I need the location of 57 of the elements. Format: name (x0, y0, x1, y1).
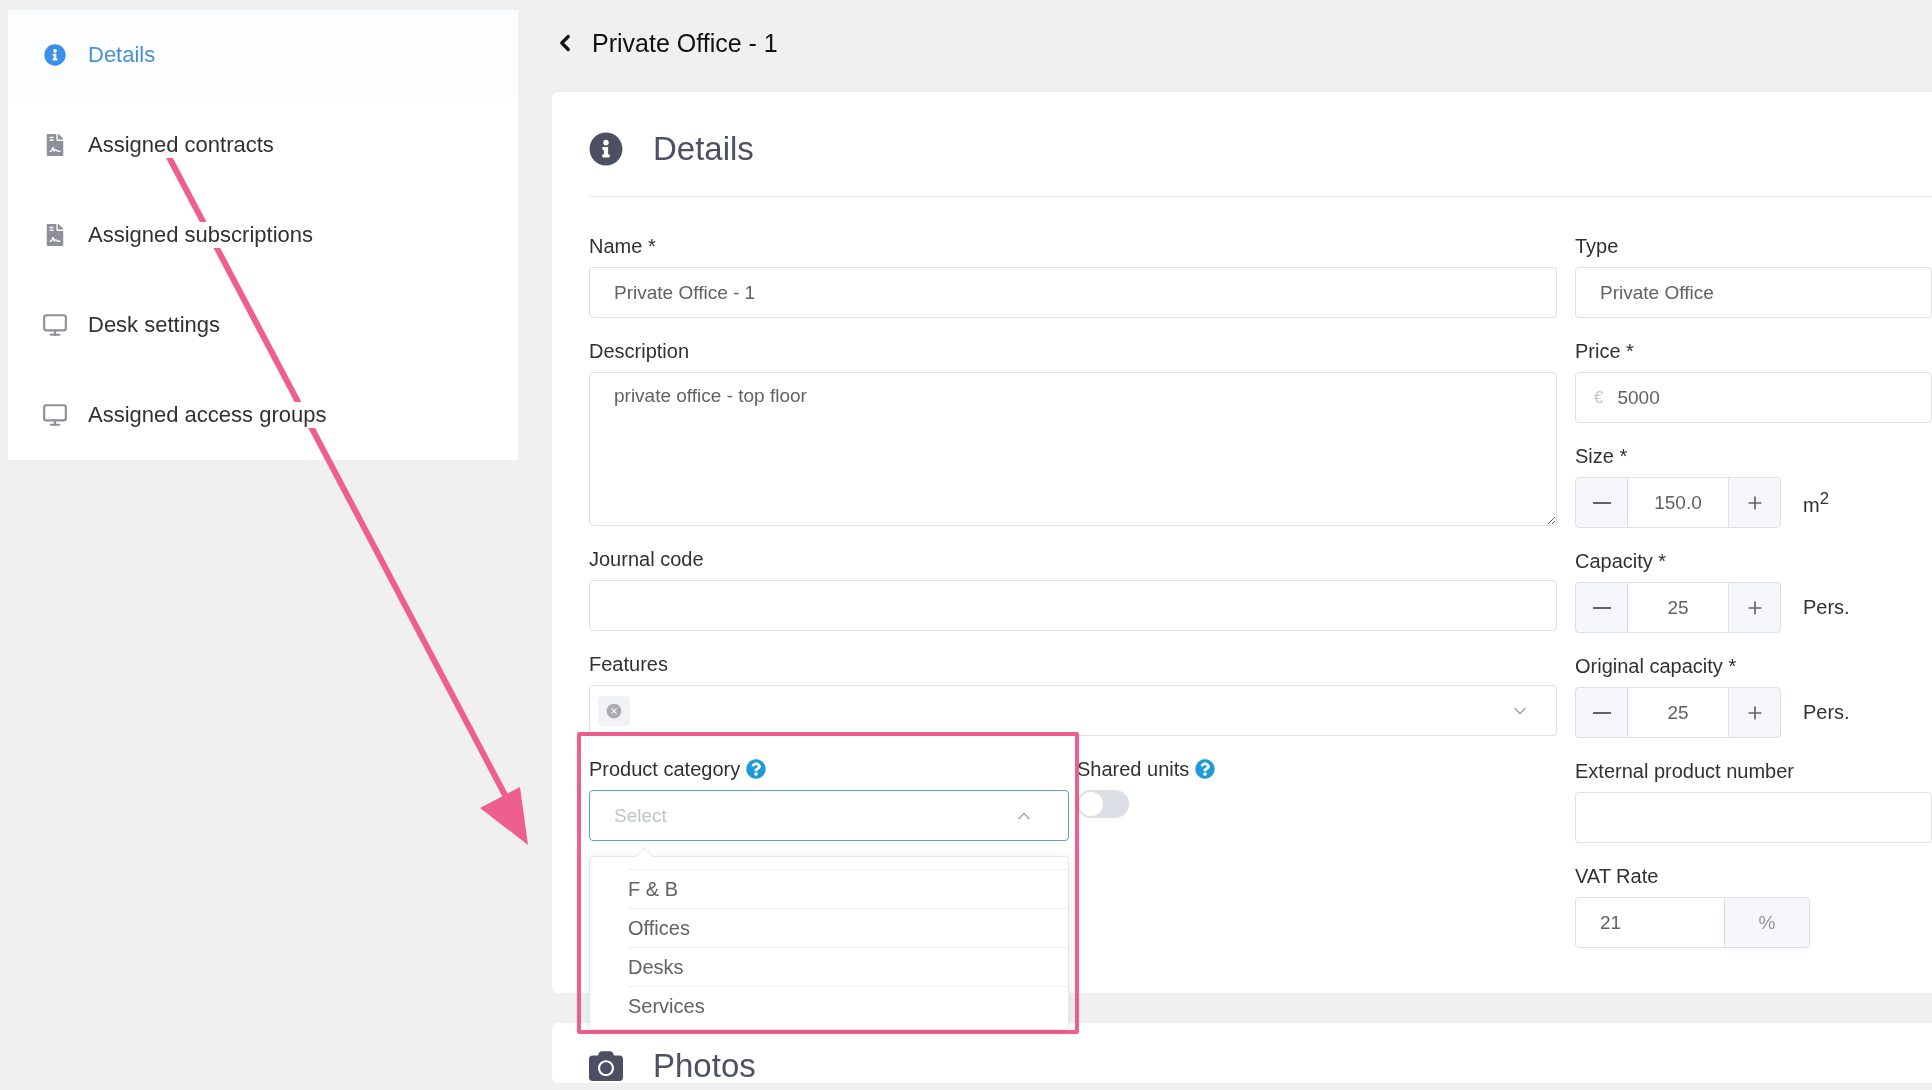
text-input[interactable]: Private Office (1575, 267, 1932, 318)
info-icon (44, 44, 66, 66)
decrement-button[interactable] (1575, 582, 1628, 633)
field-label: Capacity * (1575, 549, 1668, 574)
help-icon[interactable] (746, 759, 767, 779)
field-label: Features (589, 652, 669, 677)
dropdown-option[interactable]: Offices (628, 908, 1068, 947)
monitor-icon (42, 312, 68, 338)
increment-button[interactable] (1728, 687, 1781, 738)
field-label: Original capacity * (1575, 654, 1738, 679)
help-icon[interactable] (1195, 759, 1216, 779)
increment-button[interactable] (1728, 477, 1781, 528)
monitor-icon (42, 402, 68, 428)
document-icon (44, 224, 66, 246)
dropdown-option[interactable]: Services (628, 986, 1068, 1025)
minus-icon (1592, 711, 1611, 714)
page-title: Private Office - 1 (592, 28, 778, 58)
close-icon[interactable] (605, 701, 623, 720)
field-label: Price * (1575, 339, 1635, 364)
field-label: External product number (1575, 759, 1795, 784)
document-icon (44, 134, 66, 156)
number-input[interactable]: 25 (1628, 687, 1728, 738)
field-label: Size * (1575, 444, 1629, 469)
section-title: Photos (653, 1049, 756, 1083)
minus-icon (1592, 501, 1611, 504)
decrement-button[interactable] (1575, 687, 1628, 738)
dropdown-option[interactable]: F & B (628, 869, 1068, 908)
number-input[interactable]: 25 (1628, 582, 1728, 633)
field-label: Type (1575, 234, 1620, 259)
price-input[interactable]: € 5000 (1575, 372, 1932, 423)
section-title: Details (653, 132, 754, 166)
toggle-switch[interactable] (1077, 790, 1129, 818)
unit-suffix: % (1725, 897, 1810, 948)
field-label: Description (589, 339, 691, 364)
text-input[interactable]: Private Office - 1 (589, 267, 1557, 318)
dropdown-option[interactable]: Desks (628, 947, 1068, 986)
unit-label: Pers. (1803, 596, 1850, 619)
sidebar-item[interactable]: Details (8, 10, 518, 100)
text-input[interactable] (589, 580, 1557, 631)
field-label: Product category (589, 757, 741, 782)
info-icon (589, 132, 623, 166)
field-label: Name * (589, 234, 657, 259)
number-input[interactable]: 150.0 (1628, 477, 1728, 528)
tag-chip[interactable] (598, 695, 630, 726)
minus-icon (1592, 606, 1611, 609)
decrement-button[interactable] (1575, 477, 1628, 528)
field-label: VAT Rate (1575, 864, 1660, 889)
features-select[interactable] (589, 685, 1557, 736)
field-label: Shared units (1077, 757, 1190, 782)
description-textarea[interactable]: private office - top floor (589, 372, 1557, 526)
unit-label: m$^{2}$ (1803, 488, 1829, 517)
field-label: Journal code (589, 547, 705, 572)
number-input[interactable]: 21 (1575, 897, 1725, 948)
camera-icon (589, 1049, 623, 1083)
unit-label: Pers. (1803, 701, 1850, 724)
increment-button[interactable] (1728, 582, 1781, 633)
text-input[interactable] (1575, 792, 1932, 843)
